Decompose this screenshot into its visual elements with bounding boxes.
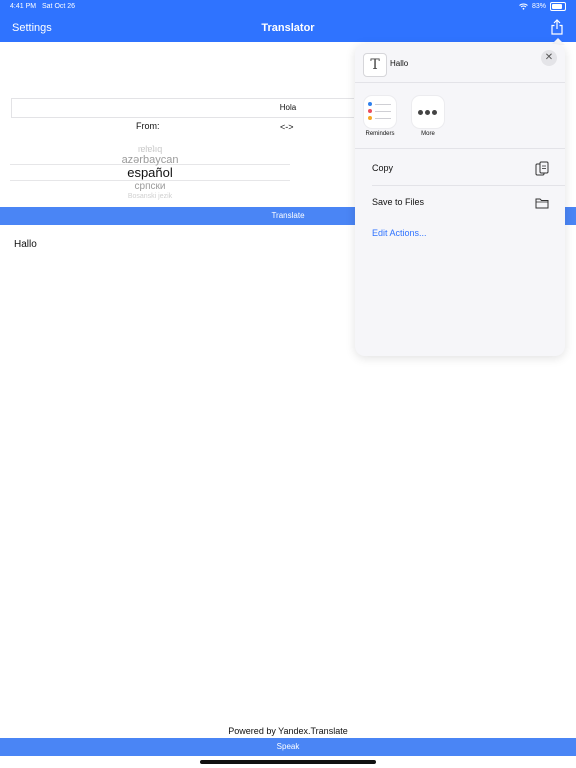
app-more[interactable]: More [408, 96, 448, 137]
share-icon[interactable] [550, 19, 564, 35]
battery-icon [550, 2, 566, 11]
status-date: Sat Oct 26 [42, 3, 76, 10]
picker-option[interactable]: српски [10, 181, 290, 192]
battery-percent: 83% [531, 3, 546, 10]
divider [372, 185, 565, 186]
swap-languages-button[interactable]: <-> [280, 122, 294, 132]
save-to-files-action[interactable]: Save to Files [355, 187, 565, 219]
picker-option[interactable]: Bosanski jezik [10, 193, 290, 200]
app-reminders[interactable]: Reminders [360, 96, 400, 137]
close-button[interactable]: ✕ [541, 50, 557, 66]
source-text-field[interactable]: Hola [11, 98, 354, 118]
copy-label: Copy [372, 163, 394, 173]
wifi-icon [519, 3, 528, 10]
picker-option-selected[interactable]: español [10, 165, 290, 180]
status-time: 4:41 PM [10, 3, 37, 10]
app-label: More [421, 131, 435, 137]
edit-actions-link[interactable]: Edit Actions... [372, 228, 427, 238]
folder-icon [535, 198, 549, 209]
language-picker[interactable]: ıɐlɐʇıq azərbaycan español српски Bosans… [10, 140, 290, 202]
share-sheet: T Hallo ✕ Reminders More Copy Save to Fi… [355, 44, 565, 356]
nav-bar: Settings Translator [0, 14, 576, 42]
speak-button[interactable]: Speak [0, 738, 576, 756]
more-icon [412, 96, 444, 128]
copy-icon [535, 161, 549, 176]
status-bar: 4:41 PM Sat Oct 26 83% [0, 0, 576, 14]
from-label: From: [136, 121, 160, 131]
page-title: Translator [261, 22, 315, 34]
reminders-icon [364, 96, 396, 128]
text-document-icon: T [363, 53, 387, 77]
picker-option[interactable]: ıɐlɐʇıq [10, 144, 290, 154]
copy-action[interactable]: Copy [355, 153, 565, 185]
home-indicator [200, 760, 376, 764]
translation-output: Hallo [14, 239, 37, 250]
save-to-files-label: Save to Files [372, 197, 425, 207]
app-label: Reminders [365, 131, 395, 137]
powered-by-label: Powered by Yandex.Translate [228, 726, 348, 736]
share-sheet-title: Hallo [390, 59, 409, 68]
status-right: 83% [519, 2, 566, 11]
divider [355, 148, 565, 149]
divider [355, 82, 565, 83]
